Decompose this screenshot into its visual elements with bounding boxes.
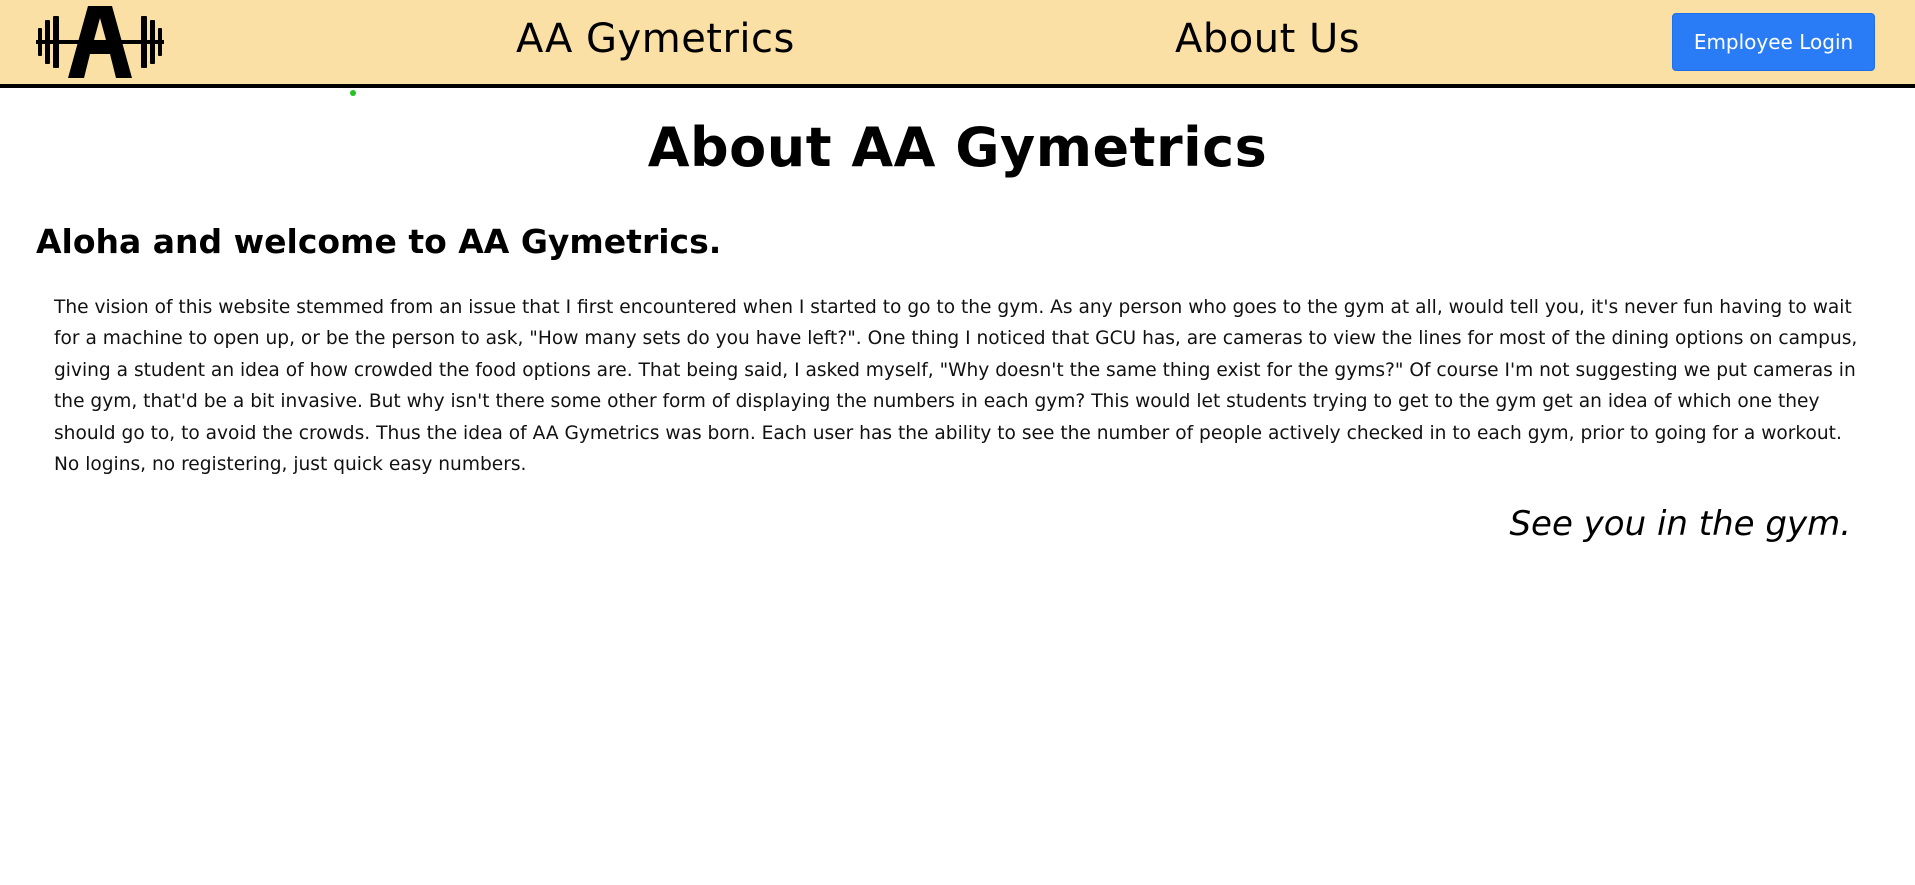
- signoff-text: See you in the gym.: [1509, 504, 1851, 544]
- dumbbell-a-logo-svg: [36, 6, 164, 78]
- employee-login-button[interactable]: Employee Login: [1672, 13, 1875, 71]
- dumbbell-a-logo-icon[interactable]: [36, 6, 164, 80]
- nav-about-link[interactable]: About Us: [1175, 16, 1360, 62]
- navbar: AA Gymetrics About Us Employee Login: [0, 0, 1915, 88]
- status-dot: [350, 90, 356, 96]
- page-title: About AA Gymetrics: [647, 116, 1268, 179]
- nav-home-link[interactable]: AA Gymetrics: [516, 16, 795, 62]
- about-paragraph: The vision of this website stemmed from …: [54, 297, 1858, 476]
- welcome-heading: Aloha and welcome to AA Gymetrics.: [36, 222, 722, 261]
